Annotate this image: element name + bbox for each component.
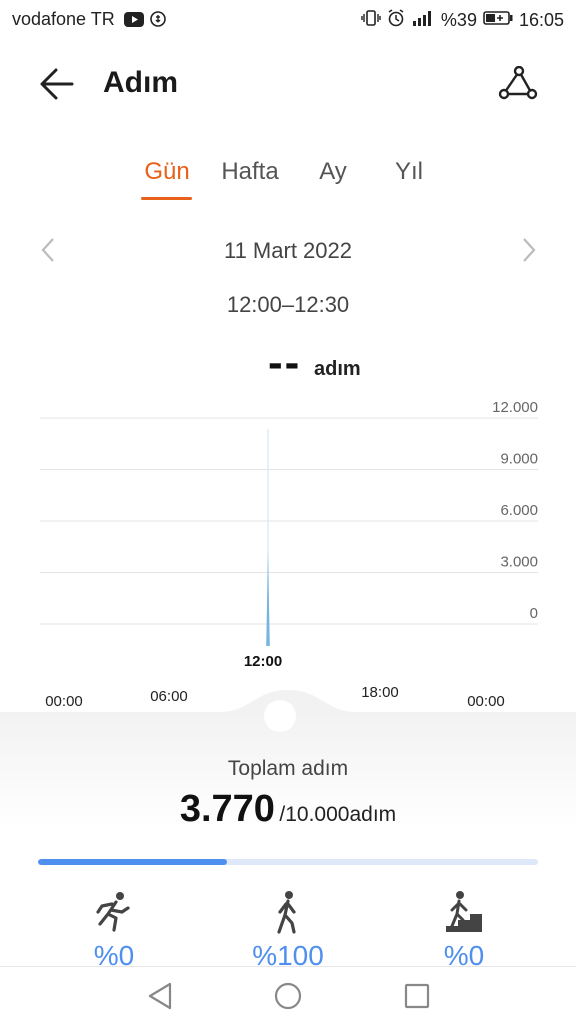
goal-progress-fill bbox=[38, 859, 227, 865]
vibrate-icon bbox=[361, 9, 381, 32]
nav-home-button[interactable] bbox=[273, 981, 303, 1016]
stairs-climbing-icon bbox=[442, 890, 486, 934]
chevron-right-icon bbox=[523, 238, 536, 262]
battery-charging-icon bbox=[483, 10, 513, 31]
clock-time: 16:05 bbox=[518, 10, 564, 30]
y-tick-label: 9.000 bbox=[500, 451, 538, 468]
triangle-back-icon bbox=[148, 982, 172, 1010]
system-nav-bar bbox=[0, 966, 576, 1025]
y-tick-label: 0 bbox=[530, 605, 538, 622]
tab-day[interactable]: Gün bbox=[138, 158, 196, 186]
current-step-value: -- bbox=[268, 338, 302, 387]
total-steps-label: Toplam adım bbox=[227, 757, 349, 780]
current-step-unit: adım bbox=[314, 358, 361, 380]
tab-year[interactable]: Yıl bbox=[384, 158, 434, 186]
y-tick-label: 3.000 bbox=[500, 554, 538, 571]
share-icon bbox=[498, 65, 538, 100]
page-title: Adım bbox=[103, 66, 178, 99]
arrow-left-icon bbox=[40, 68, 74, 100]
status-bar: vodafone TR %39 16:05 bbox=[0, 0, 576, 40]
y-tick-label: 6.000 bbox=[500, 502, 538, 519]
next-date-button[interactable] bbox=[517, 236, 539, 264]
step-goal: /10.000adım bbox=[279, 803, 397, 826]
circle-home-icon bbox=[274, 982, 302, 1010]
goal-progress-bar bbox=[38, 859, 538, 865]
total-steps-row: 3.770 /10.000adım bbox=[0, 788, 576, 831]
total-steps-value: 3.770 bbox=[179, 788, 275, 830]
usb-notification-icon bbox=[150, 11, 166, 32]
back-button[interactable] bbox=[36, 62, 80, 106]
youtube-notification-icon bbox=[124, 12, 144, 32]
battery-percent: %39 bbox=[440, 10, 477, 30]
time-range-label: 12:00–12:30 bbox=[226, 292, 350, 317]
nav-recents-button[interactable] bbox=[403, 982, 431, 1015]
y-tick-label: 12.000 bbox=[492, 399, 538, 416]
alarm-icon bbox=[387, 9, 405, 32]
tab-month[interactable]: Ay bbox=[308, 158, 358, 186]
steps-chart[interactable]: 12.0009.0006.0003.000012:0000:00 06:00 18:… bbox=[0, 390, 576, 720]
tab-week[interactable]: Hafta bbox=[212, 158, 288, 186]
walking-icon bbox=[266, 890, 310, 934]
status-icons: %39 16:05 bbox=[361, 9, 564, 32]
selected-time-label: 12:00 bbox=[244, 653, 282, 670]
date-label: 11 Mart 2022 bbox=[223, 238, 352, 263]
tab-active-indicator bbox=[141, 197, 192, 200]
running-icon bbox=[92, 890, 136, 934]
square-recents-icon bbox=[404, 983, 430, 1009]
carrier-label: vodafone TR bbox=[12, 9, 115, 29]
share-button[interactable] bbox=[498, 65, 538, 102]
scrubber-handle[interactable] bbox=[262, 698, 298, 734]
nav-back-button[interactable] bbox=[146, 981, 174, 1016]
signal-icon bbox=[411, 9, 435, 32]
